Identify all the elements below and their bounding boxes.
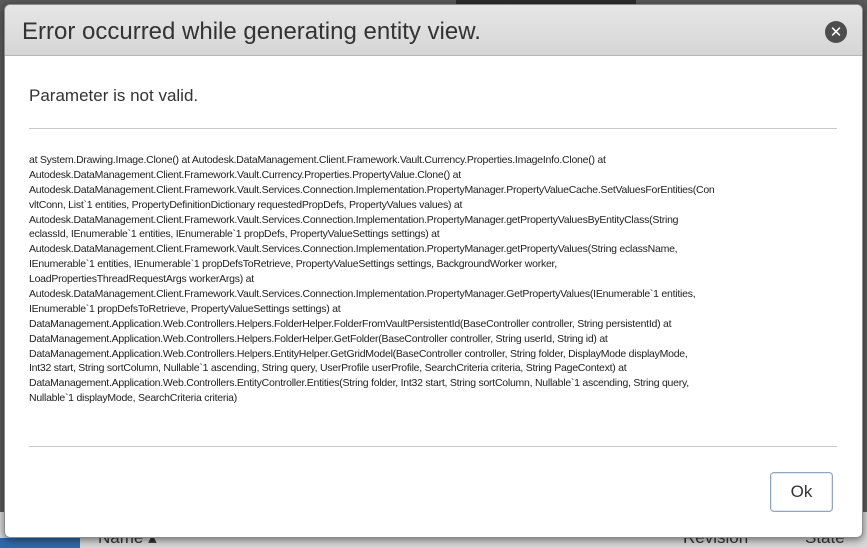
- dialog-titlebar: Error occurred while generating entity v…: [5, 5, 862, 56]
- stack-trace-line: DataManagement.Application.Web.Controlle…: [29, 317, 672, 330]
- stack-trace-line: LoadPropertiesThreadRequestArgs workerAr…: [29, 273, 254, 286]
- error-message: Parameter is not valid.: [29, 86, 199, 105]
- ok-button[interactable]: Ok: [770, 472, 833, 512]
- stack-trace-line: Autodesk.DataManagement.Client.Framework…: [29, 213, 679, 226]
- stack-trace-line: Nullable`1 displayMode, SearchCriteria c…: [29, 392, 238, 405]
- dialog-title: Error occurred while generating entity v…: [22, 18, 481, 45]
- stack-trace-line: Int32 start, String sortColumn, Nullable…: [29, 362, 627, 375]
- divider-top: [29, 128, 837, 129]
- stack-trace-line: at System.Drawing.Image.Clone() at Autod…: [29, 154, 606, 166]
- stack-trace-line: IEnumerable`1 propDefsToRetrieve, Proper…: [29, 302, 341, 315]
- stack-trace-line: IEnumerable`1 entities, IEnumerable`1 pr…: [29, 258, 557, 271]
- stack-trace-line: Autodesk.DataManagement.Client.Framework…: [29, 243, 678, 256]
- error-dialog: Error occurred while generating entity v…: [4, 4, 863, 538]
- stack-trace-line: vltConn, List`1 entities, PropertyDefini…: [29, 198, 463, 211]
- stack-trace-line: eclassId, IEnumerable`1 entities, IEnume…: [29, 228, 440, 241]
- stack-trace-line: Autodesk.DataManagement.Client.Framework…: [29, 288, 696, 301]
- stack-trace-line: Autodesk.DataManagement.Client.Framework…: [29, 168, 461, 181]
- divider-bottom: [29, 446, 837, 447]
- stack-trace-line: Autodesk.DataManagement.Client.Framework…: [29, 183, 715, 196]
- background-accent-bar: [0, 538, 80, 548]
- stack-trace-line: DataManagement.Application.Web.Controlle…: [29, 347, 688, 360]
- close-icon[interactable]: ✕: [825, 21, 847, 43]
- stack-trace: at System.Drawing.Image.Clone() at Autod…: [29, 153, 861, 406]
- stack-trace-line: DataManagement.Application.Web.Controlle…: [29, 377, 689, 390]
- stack-trace-line: DataManagement.Application.Web.Controlle…: [29, 332, 608, 345]
